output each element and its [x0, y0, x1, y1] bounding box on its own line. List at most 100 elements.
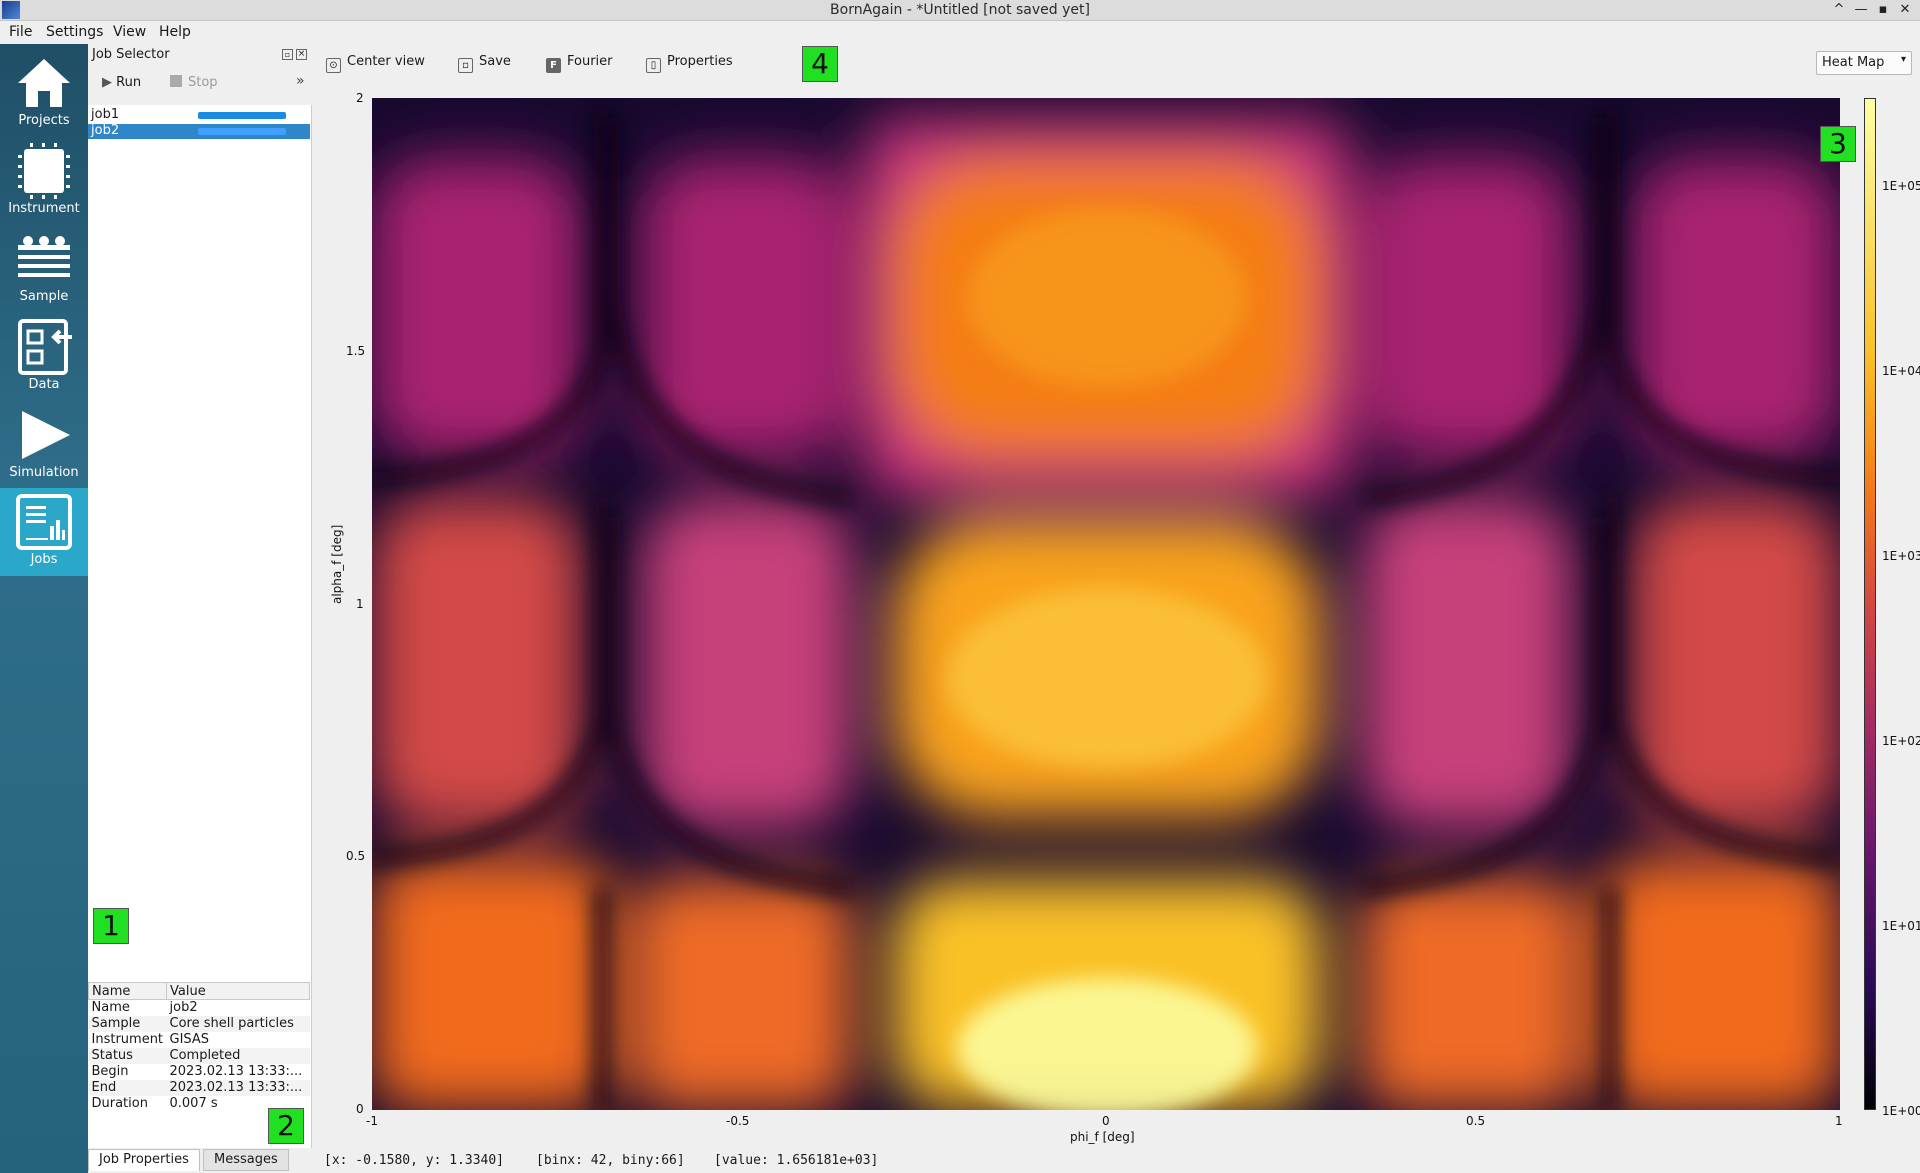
sidebar-item-data[interactable]: Data [0, 313, 88, 399]
stop-button[interactable]: Stop [170, 75, 218, 90]
menu-bar: File Settings View Help [0, 21, 1920, 44]
sidebar-item-label: Projects [18, 113, 70, 128]
colorbar-tick: 1E+04 [1882, 364, 1920, 378]
table-row[interactable]: Name job2 [89, 1000, 310, 1016]
y-tick: 1.5 [346, 344, 366, 358]
marker-4: 4 [802, 46, 838, 82]
menu-settings[interactable]: Settings [46, 24, 103, 40]
view-mode-select[interactable]: Heat Map ▾ [1816, 51, 1912, 75]
table-row[interactable]: Status Completed [88, 1047, 310, 1064]
job-selector-header: Job Selector ▫ × [88, 44, 312, 65]
y-tick: 2 [356, 91, 364, 105]
table-row[interactable]: Instrument GISAS [89, 1032, 310, 1048]
chart-icon [16, 494, 72, 550]
window-title: BornAgain - *Untitled [not saved yet] [830, 2, 1090, 18]
x-axis-label: phi_f [deg] [1070, 1130, 1135, 1144]
job-progress-bar [198, 128, 286, 135]
window-shade-button[interactable]: ^ [1830, 1, 1848, 19]
tab-messages[interactable]: Messages [203, 1149, 289, 1171]
play-icon: ▶ [102, 75, 117, 90]
x-tick: -0.5 [726, 1114, 750, 1128]
job-list-item[interactable]: job1 [88, 107, 310, 123]
sidebar-item-label: Jobs [30, 552, 58, 567]
status-bins: [binx: 42, biny:66] [536, 1153, 685, 1168]
sidebar-item-label: Sample [19, 289, 69, 304]
stop-icon [170, 75, 182, 87]
table-header-row: Name Value [88, 982, 310, 1000]
heatmap-canvas[interactable] [372, 98, 1840, 1110]
title-bar: BornAgain - *Untitled [not saved yet] ^ … [0, 0, 1920, 21]
job-progress-bar [198, 112, 286, 119]
x-tick: -1 [366, 1114, 378, 1128]
play-icon [22, 411, 70, 459]
x-tick: 0.5 [1466, 1114, 1486, 1128]
heatmap-image [372, 98, 1840, 1110]
window-close-button[interactable]: ✕ [1896, 1, 1914, 19]
data-import-icon [18, 319, 72, 375]
fourier-icon: F [546, 58, 561, 73]
tab-job-properties[interactable]: Job Properties [88, 1149, 200, 1171]
sidebar: Projects Instrument Sample Data Simulati… [0, 44, 88, 1173]
sidebar-item-projects[interactable]: Projects [0, 49, 88, 135]
bottom-tabs: Job Properties Messages [88, 1148, 312, 1173]
job-selector-panel: Job Selector ▫ × ▶ Run Stop » job1 job2 … [88, 44, 312, 1173]
more-actions-button[interactable]: » [296, 73, 305, 89]
job-name: job2 [91, 123, 120, 138]
properties-button[interactable]: ▯ Properties [646, 54, 733, 73]
sidebar-item-sample[interactable]: Sample [0, 225, 88, 311]
table-row[interactable]: Begin 2023.02.13 13:33:... [89, 1064, 310, 1080]
marker-2: 2 [268, 1108, 304, 1144]
layers-icon [18, 236, 70, 277]
sidebar-item-label: Instrument [8, 201, 80, 216]
sidebar-item-label: Simulation [9, 465, 79, 480]
center-view-button[interactable]: ⊙ Center view [326, 54, 425, 73]
column-header: Value [166, 982, 310, 1000]
marker-1: 1 [93, 908, 129, 944]
sidebar-item-jobs[interactable]: Jobs [0, 488, 88, 576]
job-selector-title: Job Selector [92, 47, 170, 62]
chevron-down-icon: ▾ [1900, 54, 1906, 65]
marker-3: 3 [1820, 126, 1856, 162]
colorbar-tick: 1E+00 [1882, 1104, 1920, 1118]
job-toolbar: ▶ Run Stop » [88, 65, 312, 105]
save-icon: ▫ [458, 58, 473, 73]
colorbar-tick: 1E+02 [1882, 734, 1920, 748]
job-name: job1 [91, 107, 120, 122]
properties-icon: ▯ [646, 58, 661, 73]
y-axis-label: alpha_f [deg] [330, 524, 344, 604]
colorbar-tick: 1E+01 [1882, 919, 1920, 933]
table-row[interactable]: End 2023.02.13 13:33:... [88, 1079, 310, 1096]
status-bar: [x: -0.1580, y: 1.3340] [binx: 42, biny:… [316, 1149, 1920, 1173]
sidebar-item-simulation[interactable]: Simulation [0, 401, 88, 487]
job-list-item[interactable]: job2 [88, 123, 310, 139]
home-icon [18, 59, 70, 107]
column-header: Name [88, 982, 167, 1000]
x-tick: 1 [1835, 1114, 1843, 1128]
colorbar-tick: 1E+05 [1882, 179, 1920, 193]
window-minimize-button[interactable]: — [1852, 1, 1870, 19]
menu-file[interactable]: File [9, 24, 32, 40]
run-button[interactable]: ▶ Run [102, 75, 141, 90]
colorbar-tick: 1E+03 [1882, 549, 1920, 563]
job-properties-table: Name Value Name job2 Sample Core shell part… [88, 982, 310, 1152]
y-tick: 1 [356, 597, 364, 611]
sidebar-item-label: Data [28, 377, 60, 392]
sidebar-item-instrument[interactable]: Instrument [0, 137, 88, 223]
window-maximize-button[interactable]: ▪ [1874, 1, 1892, 19]
menu-view[interactable]: View [113, 24, 146, 40]
close-icon[interactable]: × [296, 49, 307, 60]
colorbar [1864, 98, 1876, 1110]
menu-help[interactable]: Help [159, 24, 191, 40]
fourier-button[interactable]: F Fourier [546, 54, 613, 73]
status-value: [value: 1.656181e+03] [714, 1153, 879, 1168]
plot-area: ⊙ Center view ▫ Save F Fourier ▯ Properties … [316, 44, 1920, 1173]
chip-icon [18, 143, 70, 199]
undock-icon[interactable]: ▫ [282, 49, 293, 60]
y-tick: 0.5 [346, 849, 366, 863]
plot-toolbar: ⊙ Center view ▫ Save F Fourier ▯ Properties … [316, 44, 1920, 84]
table-row[interactable]: Sample Core shell particles [88, 1015, 310, 1032]
save-button[interactable]: ▫ Save [458, 54, 511, 73]
status-coords: [x: -0.1580, y: 1.3340] [324, 1153, 505, 1168]
center-view-icon: ⊙ [326, 58, 341, 73]
y-tick: 0 [356, 1102, 364, 1116]
